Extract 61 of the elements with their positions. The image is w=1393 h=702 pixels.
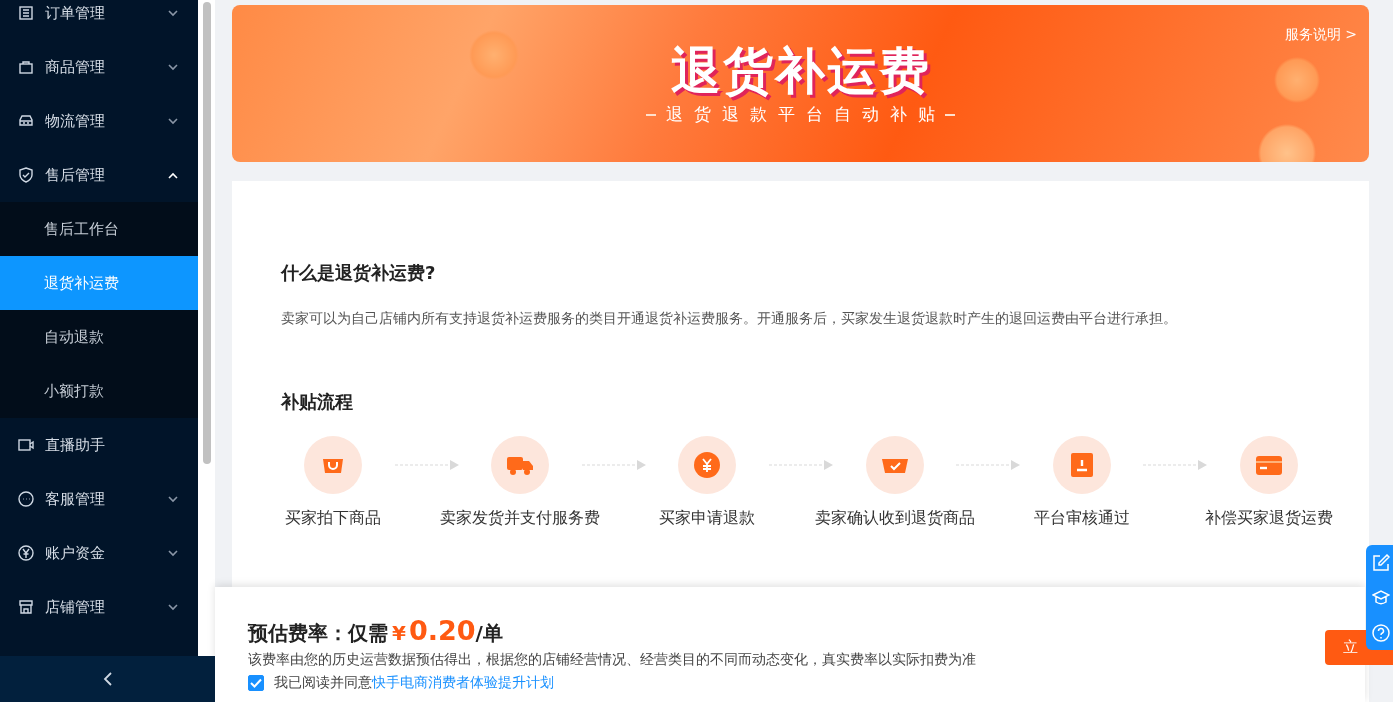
agree-checkbox[interactable] (248, 675, 264, 691)
rate-label: 预估费率：仅需 (248, 620, 388, 647)
video-camera-icon (18, 437, 34, 453)
menu-label: 售后管理 (45, 165, 106, 185)
step-label: 卖家确认收到退货商品 (814, 508, 975, 529)
menu-label: 物流管理 (45, 111, 106, 131)
section-heading: 什么是退货补运费? (281, 261, 437, 285)
menu-label: 账户资金 (45, 543, 106, 563)
currency-symbol: ¥ (392, 621, 406, 645)
shop-icon (18, 599, 34, 615)
step-label: 买家拍下商品 (285, 508, 381, 529)
menu-item[interactable]: 商品管理 (0, 40, 198, 94)
stamp-icon (1052, 436, 1111, 494)
arrow (581, 459, 646, 471)
menu-item[interactable]: 直播助手 (0, 418, 198, 472)
menu-label: 商品管理 (45, 57, 106, 77)
banner-subtitle: 退货退款平台自动补贴 (666, 103, 946, 126)
description-text: 卖家可以为自己店铺内所有支持退货补运费服务的类目开通退货补运费服务。开通服务后，买家发生退货退款时产生的退回运费由平台进行承担。 (281, 310, 1178, 328)
menu-label: 客服管理 (45, 489, 106, 509)
menu-item[interactable]: 订单管理 (0, 0, 198, 40)
menu-item[interactable]: 账户资金 (0, 526, 198, 580)
bag-icon (304, 436, 362, 494)
step-label: 补偿买家退货运费 (1204, 508, 1333, 529)
scrollbar[interactable] (198, 0, 215, 656)
shield-check-icon (18, 167, 34, 183)
submenu-item[interactable]: 售后工作台 (0, 202, 198, 256)
menu-label: 直播助手 (45, 435, 106, 455)
yen-circle-icon (18, 545, 34, 561)
step-label: 卖家发货并支付服务费 (440, 508, 601, 529)
step-label: 买家申请退款 (659, 508, 756, 529)
agree-text: 我已阅读并同意 (274, 674, 372, 692)
arrow (768, 459, 833, 471)
price-unit: /单 (475, 621, 503, 647)
arrow (956, 459, 1021, 471)
menu-label: 店铺管理 (45, 597, 106, 617)
note-text: 该费率由您的历史运营数据预估得出，根据您的店铺经营情况、经营类目的不同而动态变化，真实费率以实际扣费为准 (248, 651, 977, 669)
menu-item[interactable]: 店铺管理 (0, 580, 198, 634)
price-amount: 0.20 (408, 615, 476, 646)
list-icon (18, 5, 34, 21)
chat-bubble-icon (18, 491, 34, 507)
wallet-icon (1239, 436, 1298, 494)
submenu-item[interactable]: 自动退款 (0, 310, 198, 364)
chevron-left-icon (101, 671, 114, 687)
arrow (1143, 459, 1208, 471)
truck-icon (491, 436, 550, 494)
help-icon[interactable] (1372, 623, 1390, 642)
yen-coin-icon (678, 436, 737, 494)
step-label: 平台审核通过 (1033, 508, 1130, 529)
arrow (394, 459, 459, 471)
submenu-item[interactable]: 小额打款 (0, 364, 198, 418)
menu-item[interactable]: 物流管理 (0, 94, 198, 148)
check-box-icon (865, 436, 924, 494)
section-heading: 补贴流程 (281, 390, 354, 414)
banner-title: 退货补运费 (670, 41, 931, 101)
bag-icon (18, 59, 34, 75)
graduation-cap-icon[interactable] (1372, 588, 1390, 607)
menu-label: 订单管理 (45, 3, 106, 23)
menu-item[interactable]: 售后管理 (0, 148, 198, 202)
menu-item[interactable]: 客服管理 (0, 472, 198, 526)
edit-icon[interactable] (1372, 553, 1390, 572)
car-icon (18, 113, 34, 129)
